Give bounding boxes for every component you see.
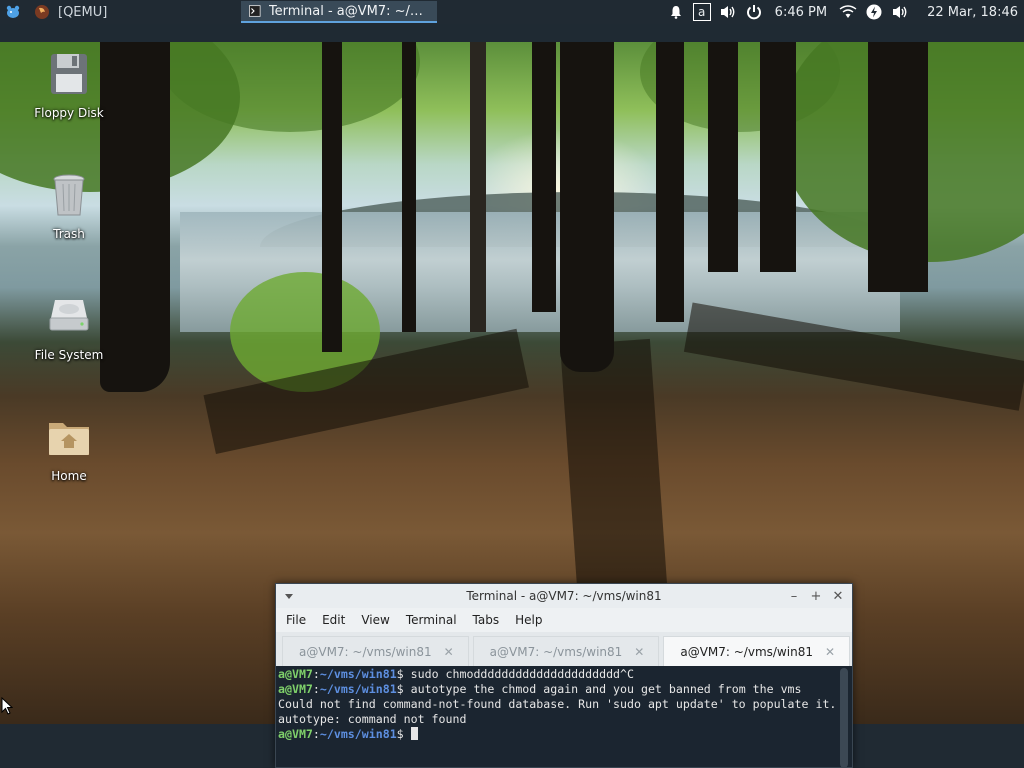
prompt-separator: : xyxy=(312,727,320,741)
terminal-output[interactable]: a@VM7:~/vms/win81$ sudo chmodddddddddddd… xyxy=(276,666,852,767)
power-icon[interactable] xyxy=(745,3,763,21)
menu-help[interactable]: Help xyxy=(509,611,548,629)
menu-tabs[interactable]: Tabs xyxy=(467,611,506,629)
tab-close-icon[interactable]: ✕ xyxy=(444,645,454,659)
terminal-line: a@VM7:~/vms/win81$ autotype the chmod ag… xyxy=(278,682,850,697)
minimize-icon[interactable]: – xyxy=(788,589,800,604)
window-controls: – + ✕ xyxy=(788,589,852,604)
mouse-pointer-icon xyxy=(1,697,13,715)
terminal-line: a@VM7:~/vms/win81$ xyxy=(278,727,850,742)
desktop-icon-label: File System xyxy=(34,348,104,362)
menu-terminal[interactable]: Terminal xyxy=(400,611,463,629)
tab-close-icon[interactable]: ✕ xyxy=(825,645,835,659)
terminal-scrollbar[interactable] xyxy=(840,668,848,767)
prompt-user: a@VM7 xyxy=(278,727,313,741)
prompt-separator: : xyxy=(312,667,320,681)
terminal-titlebar[interactable]: Terminal - a@VM7: ~/vms/win81 – + ✕ xyxy=(276,584,852,608)
command-text: $ sudo chmoddddddddddddddddddddd^C xyxy=(396,667,634,681)
terminal-line: a@VM7:~/vms/win81$ sudo chmodddddddddddd… xyxy=(278,667,850,682)
terminal-tab-label: a@VM7: ~/vms/win81 xyxy=(489,644,623,659)
wallpaper-tree xyxy=(322,42,342,352)
keyboard-layout-indicator[interactable]: a xyxy=(692,3,711,21)
prompt-separator: : xyxy=(312,682,320,696)
wallpaper-tree xyxy=(656,42,684,322)
desktop-icon-label: Home xyxy=(51,469,87,483)
menu-file[interactable]: File xyxy=(280,611,312,629)
floppy-disk-icon xyxy=(51,54,87,94)
terminal-icon xyxy=(249,5,261,17)
terminal-tab-1[interactable]: a@VM7: ~/vms/win81 ✕ xyxy=(282,636,469,666)
clock-datetime[interactable]: 22 Mar, 18:46 xyxy=(927,5,1018,20)
prompt-path: ~/vms/win81 xyxy=(319,667,397,681)
terminal-output-line: autotype: command not found xyxy=(278,712,467,726)
command-text: $ xyxy=(396,727,411,741)
hard-drive-icon xyxy=(49,300,89,331)
terminal-title: Terminal - a@VM7: ~/vms/win81 xyxy=(466,589,662,603)
menu-edit[interactable]: Edit xyxy=(316,611,351,629)
tab-close-icon[interactable]: ✕ xyxy=(634,645,644,659)
terminal-window[interactable]: Terminal - a@VM7: ~/vms/win81 – + ✕ File… xyxy=(275,583,853,768)
qemu-icon xyxy=(35,5,49,19)
maximize-icon[interactable]: + xyxy=(810,589,822,604)
desktop-icon-floppy-disk[interactable]: Floppy Disk xyxy=(19,50,119,120)
text-cursor xyxy=(410,727,418,740)
taskbar-item-terminal-label: Terminal - a@VM7: ~/vms/w... xyxy=(268,3,430,19)
terminal-output-line: Could not find command-not-found databas… xyxy=(278,697,837,711)
desktop-icon-home[interactable]: Home xyxy=(19,413,119,483)
trash-icon xyxy=(53,174,85,216)
command-text: $ autotype the chmod again and you get b… xyxy=(396,682,802,696)
terminal-menubar: File Edit View Terminal Tabs Help xyxy=(276,608,852,632)
terminal-tabbar: a@VM7: ~/vms/win81 ✕ a@VM7: ~/vms/win81 … xyxy=(276,632,852,666)
prompt-user: a@VM7 xyxy=(278,682,313,696)
desktop-icon-trash[interactable]: Trash xyxy=(19,171,119,241)
prompt-path: ~/vms/win81 xyxy=(319,682,397,696)
wallpaper-tree xyxy=(760,42,796,272)
prompt-user: a@VM7 xyxy=(278,667,313,681)
power-manager-icon[interactable] xyxy=(865,3,883,21)
taskbar-item-qemu-label: [QEMU] xyxy=(58,4,108,20)
wallpaper-tree xyxy=(560,42,614,372)
terminal-tab-label: a@VM7: ~/vms/win81 xyxy=(299,644,432,659)
keyboard-layout-label: a xyxy=(692,3,711,21)
menu-view[interactable]: View xyxy=(355,611,395,629)
desktop-icon-file-system[interactable]: File System xyxy=(19,292,119,362)
terminal-tab-3[interactable]: a@VM7: ~/vms/win81 ✕ xyxy=(663,636,851,666)
prompt-path: ~/vms/win81 xyxy=(319,727,397,741)
desktop-icon-label: Trash xyxy=(53,227,85,241)
applications-menu-button[interactable] xyxy=(0,0,26,24)
clock-time[interactable]: 6:46 PM xyxy=(775,5,827,20)
desktop-icon-label: Floppy Disk xyxy=(34,106,104,120)
terminal-tab-2[interactable]: a@VM7: ~/vms/win81 ✕ xyxy=(472,636,660,666)
volume-icon[interactable] xyxy=(719,3,737,21)
home-folder-icon xyxy=(49,423,89,455)
wifi-icon[interactable] xyxy=(839,3,857,21)
notification-bell-icon[interactable] xyxy=(667,3,685,21)
wallpaper-tree xyxy=(708,42,738,272)
wallpaper-tree xyxy=(470,42,486,332)
taskbar-item-terminal[interactable]: Terminal - a@VM7: ~/vms/w... xyxy=(241,1,438,23)
wallpaper-tree xyxy=(532,42,556,312)
xfce-mouse-icon xyxy=(6,5,20,18)
system-tray: a 6:46 PM 22 Mar, 18:46 xyxy=(667,3,1024,21)
window-menu-icon[interactable] xyxy=(284,591,294,601)
terminal-tab-label: a@VM7: ~/vms/win81 xyxy=(680,644,813,659)
top-panel: [QEMU] Terminal - a@VM7: ~/vms/w... a 6:… xyxy=(0,0,1024,24)
taskbar-item-qemu[interactable]: [QEMU] xyxy=(26,0,113,24)
wallpaper-tree xyxy=(402,42,416,332)
volume-secondary-icon[interactable] xyxy=(891,3,909,21)
close-icon[interactable]: ✕ xyxy=(832,589,844,604)
wallpaper-tree xyxy=(868,42,928,292)
